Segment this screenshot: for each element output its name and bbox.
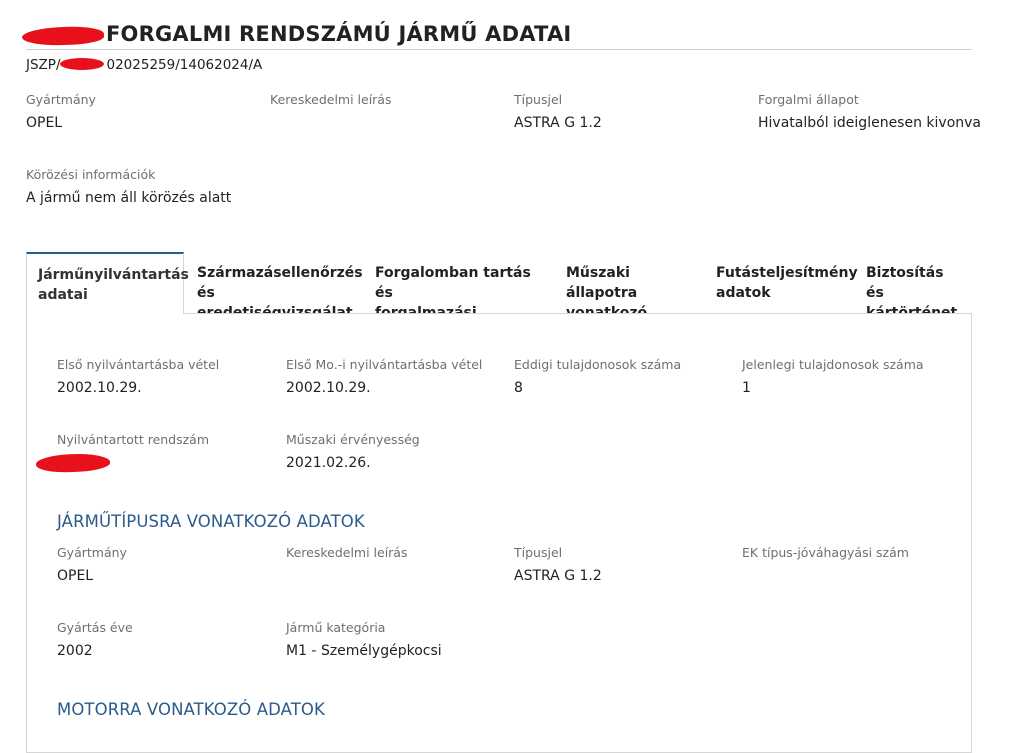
- tab-origin-check[interactable]: Származásellenőrzés és eredetiségvizsgál…: [186, 252, 363, 321]
- tab-label-line1: Futásteljesítmény: [716, 265, 858, 281]
- tab-label-line1: Származásellenőrzés: [197, 265, 363, 281]
- field-label: Forgalmi állapot: [758, 92, 859, 107]
- type-field-production-year: Gyártás éve 2002: [57, 620, 133, 659]
- registry-field-first-hu-registration: Első Mo.-i nyilvántartásba vétel 2002.10…: [286, 357, 482, 396]
- tab-traffic-restrictions[interactable]: Forgalomban tartás és forgalmazási korlá…: [364, 252, 550, 341]
- field-value: M1 - Személygépkocsi: [286, 643, 442, 659]
- section-heading-vehicle-type: JÁRMŰTÍPUSRA VONATKOZÓ ADATOK: [57, 512, 365, 531]
- field-value: [270, 115, 391, 131]
- type-field-category: Jármű kategória M1 - Személygépkocsi: [286, 620, 442, 659]
- field-label: Nyilvántartott rendszám: [57, 432, 210, 447]
- summary-field-make: Gyártmány OPEL: [26, 92, 96, 131]
- tab-label-line1: Műszaki állapotra: [566, 265, 638, 301]
- tab-mileage[interactable]: Futásteljesítmény adatok: [705, 252, 858, 313]
- field-label: Műszaki érvényesség: [286, 432, 420, 447]
- reference-prefix: JSZP/: [26, 57, 61, 73]
- field-label: Jármű kategória: [286, 620, 386, 635]
- tab-label-line2: adatok: [716, 285, 771, 301]
- summary-field-commercial-name: Kereskedelmi leírás: [270, 92, 391, 131]
- field-label: Típusjel: [514, 545, 563, 560]
- field-label: EK típus-jóváhagyási szám: [742, 545, 909, 560]
- registry-field-current-owners: Jelenlegi tulajdonosok száma 1: [742, 357, 924, 396]
- summary-field-type: Típusjel ASTRA G 1.2: [514, 92, 602, 131]
- field-label: Első Mo.-i nyilvántartásba vétel: [286, 357, 483, 372]
- tab-technical-condition[interactable]: Műszaki állapotra vonatkozó adatok: [555, 252, 701, 341]
- reference-suffix: 02025259/14062024/A: [106, 57, 263, 73]
- summary-field-wanted-info: Körözési információk A jármű nem áll kör…: [26, 167, 231, 206]
- tab-label-line1: Forgalomban tartás és: [375, 265, 531, 301]
- registry-field-first-registration: Első nyilvántartásba vétel 2002.10.29.: [57, 357, 219, 396]
- field-label: Kereskedelmi leírás: [286, 545, 408, 560]
- field-label: Gyártmány: [57, 545, 127, 560]
- field-label: Típusjel: [514, 92, 563, 107]
- page-title: FORGALMI RENDSZÁMÚ JÁRMŰ ADATAI: [26, 22, 571, 46]
- field-value: 2002: [57, 643, 93, 659]
- type-field-make: Gyártmány OPEL: [57, 545, 127, 584]
- section-heading-engine: MOTORRA VONATKOZÓ ADATOK: [57, 700, 325, 719]
- type-field-type: Típusjel ASTRA G 1.2: [514, 545, 602, 584]
- registry-field-previous-owners: Eddigi tulajdonosok száma 8: [514, 357, 681, 396]
- redaction-mark: [60, 58, 104, 70]
- page-title-text: FORGALMI RENDSZÁMÚ JÁRMŰ ADATAI: [106, 22, 572, 46]
- field-value: 8: [514, 380, 523, 396]
- tab-label-line1: Járműnyilvántartás: [38, 267, 189, 283]
- field-label: Gyártás éve: [57, 620, 133, 635]
- summary-field-status: Forgalmi állapot Hivatalból ideiglenesen…: [758, 92, 981, 131]
- field-value: 2021.02.26.: [286, 455, 371, 471]
- field-value: Hivatalból ideiglenesen kivonva: [758, 115, 982, 131]
- field-value: [286, 568, 407, 584]
- field-label: Eddigi tulajdonosok száma: [514, 357, 682, 372]
- type-field-commercial-name: Kereskedelmi leírás: [286, 545, 407, 584]
- field-label: Kereskedelmi leírás: [270, 92, 392, 107]
- tab-label-line2: adatai: [38, 287, 88, 303]
- field-value: OPEL: [26, 115, 63, 131]
- registry-field-technical-validity: Műszaki érvényesség 2021.02.26.: [286, 432, 420, 471]
- tab-insurance-history[interactable]: Biztosítás és kártörténet: [855, 252, 972, 321]
- field-value: [742, 568, 909, 584]
- title-row: FORGALMI RENDSZÁMÚ JÁRMŰ ADATAI: [26, 22, 972, 50]
- field-label: Jelenlegi tulajdonosok száma: [742, 357, 924, 372]
- field-value: A jármű nem áll körözés alatt: [26, 190, 232, 206]
- tab-bar: Járműnyilvántartás adatai Származásellen…: [26, 252, 972, 341]
- field-value: ASTRA G 1.2: [514, 115, 602, 131]
- field-value: OPEL: [57, 568, 94, 584]
- field-value: ASTRA G 1.2: [514, 568, 602, 584]
- field-value: 2002.10.29.: [57, 380, 142, 396]
- field-value: 1: [742, 380, 751, 396]
- field-label: Első nyilvántartásba vétel: [57, 357, 220, 372]
- tab-label-line1: Biztosítás és: [866, 265, 944, 301]
- field-label: Gyártmány: [26, 92, 96, 107]
- field-value: 2002.10.29.: [286, 380, 371, 396]
- type-field-ec-approval: EK típus-jóváhagyási szám: [742, 545, 909, 584]
- tab-registry-data[interactable]: Járműnyilvántartás adatai: [26, 252, 189, 314]
- active-tab-connector: [27, 313, 183, 314]
- field-label: Körözési információk: [26, 167, 156, 182]
